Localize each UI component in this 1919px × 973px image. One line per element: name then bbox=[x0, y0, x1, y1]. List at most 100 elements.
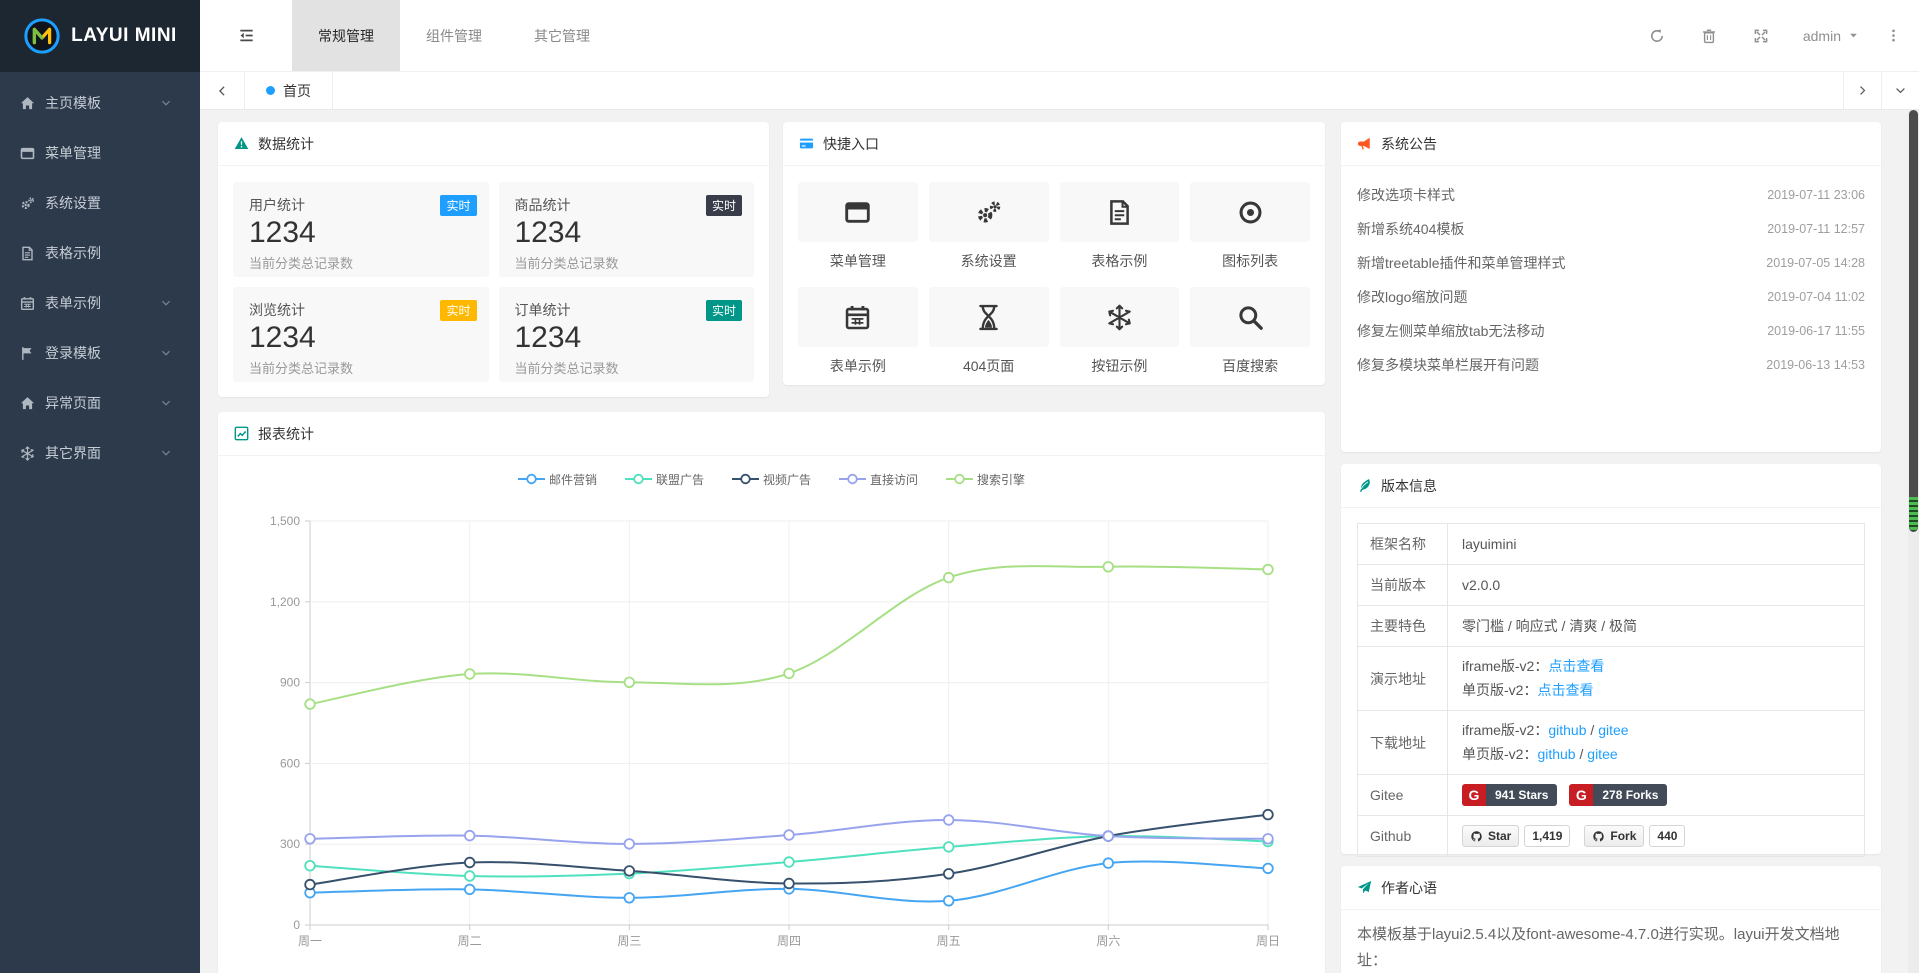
credit-card-icon bbox=[799, 136, 814, 151]
quick-entry-0[interactable]: 菜单管理 bbox=[798, 182, 918, 271]
version-row-label: 主要特色 bbox=[1358, 606, 1448, 646]
author-card-title: 作者心语 bbox=[1381, 878, 1437, 898]
legend-item[interactable]: 视频广告 bbox=[732, 469, 811, 489]
svg-text:周三: 周三 bbox=[617, 934, 641, 948]
status-badge: 实时 bbox=[440, 300, 476, 321]
gitee-badge[interactable]: G941 Stars bbox=[1462, 784, 1557, 806]
stat-box: 商品统计1234当前分类总记录数实时 bbox=[499, 182, 755, 277]
calendar-icon bbox=[844, 304, 871, 331]
quick-entry-label: 表格示例 bbox=[1060, 251, 1180, 271]
quick-entry-label: 表单示例 bbox=[798, 356, 918, 376]
version-link[interactable]: github bbox=[1548, 722, 1586, 738]
legend-item[interactable]: 联盟广告 bbox=[625, 469, 704, 489]
github-star-button[interactable]: Star bbox=[1462, 825, 1519, 847]
sidebar-item-label: 表格示例 bbox=[45, 243, 101, 263]
chart-legend: 邮件营销 联盟广告 视频广告 直接访问 搜索引擎 bbox=[218, 456, 1325, 489]
search-icon bbox=[1237, 304, 1264, 331]
version-link[interactable]: gitee bbox=[1587, 746, 1617, 762]
tabs-dropdown-button[interactable] bbox=[1881, 72, 1919, 109]
version-row-value: iframe版-v2：点击查看单页版-v2：点击查看 bbox=[1448, 647, 1864, 710]
tabs-scroll-right-button[interactable] bbox=[1843, 72, 1881, 109]
github-count[interactable]: 1,419 bbox=[1524, 825, 1570, 847]
sidebar-item-3[interactable]: 表格示例 bbox=[0, 228, 200, 278]
legend-item[interactable]: 直接访问 bbox=[839, 469, 918, 489]
legend-item[interactable]: 邮件营销 bbox=[518, 469, 597, 489]
module-tab-2[interactable]: 其它管理 bbox=[508, 0, 616, 71]
version-link[interactable]: 点击查看 bbox=[1548, 658, 1604, 674]
quick-entry-3[interactable]: 图标列表 bbox=[1190, 182, 1310, 271]
version-row-label: 当前版本 bbox=[1358, 565, 1448, 605]
stat-box: 用户统计1234当前分类总记录数实时 bbox=[233, 182, 489, 277]
notice-row: 修复多模块菜单栏展开有问题2019-06-13 14:53 bbox=[1357, 348, 1865, 382]
module-tab-0[interactable]: 常规管理 bbox=[292, 0, 400, 71]
module-tabs: 常规管理组件管理其它管理 bbox=[292, 0, 616, 71]
version-link[interactable]: gitee bbox=[1598, 722, 1628, 738]
refresh-button[interactable] bbox=[1631, 0, 1683, 72]
sidebar-item-2[interactable]: 系统设置 bbox=[0, 178, 200, 228]
version-text: iframe版-v2： bbox=[1462, 722, 1548, 738]
quick-entry-2[interactable]: 表格示例 bbox=[1060, 182, 1180, 271]
stat-box: 订单统计1234当前分类总记录数实时 bbox=[499, 287, 755, 382]
quick-entry-6[interactable]: 按钮示例 bbox=[1060, 287, 1180, 376]
version-link[interactable]: github bbox=[1537, 746, 1575, 762]
stat-label: 商品统计 bbox=[515, 195, 739, 215]
quick-entry-label: 图标列表 bbox=[1190, 251, 1310, 271]
more-menu-button[interactable] bbox=[1875, 0, 1911, 72]
svg-text:周二: 周二 bbox=[458, 934, 482, 948]
legend-marker-icon bbox=[518, 473, 545, 485]
sidebar-item-4[interactable]: 表单示例 bbox=[0, 278, 200, 328]
gitee-badge-text: 278 Forks bbox=[1593, 784, 1667, 806]
header: 常规管理组件管理其它管理 admin bbox=[200, 0, 1919, 72]
chevron-down-icon bbox=[160, 397, 172, 409]
trash-icon bbox=[1701, 28, 1717, 44]
quick-entry-1[interactable]: 系统设置 bbox=[929, 182, 1049, 271]
home-icon bbox=[20, 96, 35, 111]
author-card-header: 作者心语 bbox=[1341, 866, 1881, 910]
quick-entry-4[interactable]: 表单示例 bbox=[798, 287, 918, 376]
notice-text: 修改logo缩放问题 bbox=[1357, 287, 1467, 307]
snowflake-icon bbox=[20, 446, 35, 461]
window-icon bbox=[20, 146, 35, 161]
sidebar-item-6[interactable]: 异常页面 bbox=[0, 378, 200, 428]
version-row-value: v2.0.0 bbox=[1448, 565, 1864, 605]
version-row-label: 框架名称 bbox=[1358, 524, 1448, 564]
notice-text: 新增treetable插件和菜单管理样式 bbox=[1357, 253, 1565, 273]
github-count[interactable]: 440 bbox=[1649, 825, 1685, 847]
quick-entry-7[interactable]: 百度搜索 bbox=[1190, 287, 1310, 376]
version-text: iframe版-v2： bbox=[1462, 658, 1548, 674]
sidebar-item-5[interactable]: 登录模板 bbox=[0, 328, 200, 378]
gitee-badge-text: 941 Stars bbox=[1486, 784, 1557, 806]
trash-button[interactable] bbox=[1683, 0, 1735, 72]
line-chart: 03006009001,2001,500周一周二周三周四周五周六周日 bbox=[233, 489, 1310, 964]
legend-marker-icon bbox=[946, 473, 973, 485]
menu-toggle-button[interactable] bbox=[200, 0, 292, 71]
tab-home[interactable]: 首页 bbox=[245, 72, 333, 109]
version-text: / bbox=[1576, 746, 1588, 762]
logo-icon bbox=[23, 17, 61, 55]
sidebar-item-0[interactable]: 主页模板 bbox=[0, 78, 200, 128]
chevron-down-icon bbox=[160, 297, 172, 309]
dots-vertical-icon bbox=[1886, 28, 1901, 43]
home-icon bbox=[20, 396, 35, 411]
header-action-icons bbox=[1631, 0, 1787, 72]
version-row-value: 零门槛 / 响应式 / 清爽 / 极简 bbox=[1448, 606, 1864, 646]
legend-item[interactable]: 搜索引擎 bbox=[946, 469, 1025, 489]
user-menu[interactable]: admin bbox=[1787, 0, 1875, 72]
scrollbar-thumb[interactable] bbox=[1909, 110, 1918, 532]
tabs-scroll-left-button[interactable] bbox=[200, 72, 245, 109]
version-text: 单页版-v2： bbox=[1462, 746, 1537, 762]
hourglass-icon bbox=[975, 304, 1002, 331]
fullscreen-button[interactable] bbox=[1735, 0, 1787, 72]
github-fork-button[interactable]: Fork bbox=[1584, 825, 1644, 847]
version-link[interactable]: 点击查看 bbox=[1537, 682, 1593, 698]
table-row: 当前版本v2.0.0 bbox=[1358, 565, 1864, 606]
notice-card-header: 系统公告 bbox=[1341, 122, 1881, 166]
notice-date: 2019-07-04 11:02 bbox=[1767, 290, 1865, 304]
sidebar-item-7[interactable]: 其它界面 bbox=[0, 428, 200, 478]
sidebar-item-1[interactable]: 菜单管理 bbox=[0, 128, 200, 178]
stat-value: 1234 bbox=[249, 321, 473, 356]
module-tab-1[interactable]: 组件管理 bbox=[400, 0, 508, 71]
quick-entry-5[interactable]: 404页面 bbox=[929, 287, 1049, 376]
gitee-badge[interactable]: G278 Forks bbox=[1569, 784, 1667, 806]
version-text: / bbox=[1587, 722, 1599, 738]
